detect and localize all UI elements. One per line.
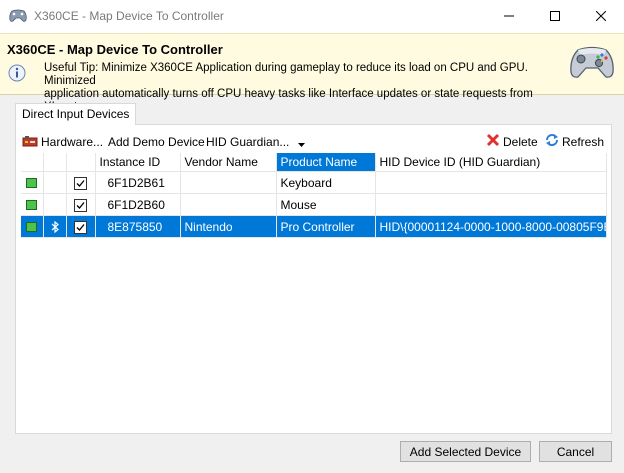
enabled-checkbox[interactable] xyxy=(74,220,87,234)
gamepad-app-icon xyxy=(8,9,28,23)
connection-cell xyxy=(43,215,67,238)
bluetooth-icon xyxy=(51,221,59,234)
checkmark-icon xyxy=(76,223,85,231)
window-title: X360CE - Map Device To Controller xyxy=(34,9,224,23)
product-cell: Mouse xyxy=(276,193,376,216)
tab-direct-input-devices[interactable]: Direct Input Devices xyxy=(15,103,137,125)
column-header-status[interactable] xyxy=(21,153,44,172)
enabled-cell xyxy=(66,193,96,216)
enabled-cell xyxy=(66,171,96,194)
table-header-row: Instance ID Vendor Name Product Name HID… xyxy=(21,153,607,172)
enabled-checkbox[interactable] xyxy=(74,176,87,190)
enabled-checkbox[interactable] xyxy=(74,198,87,212)
instance-id-cell: 8E875850 xyxy=(95,215,181,238)
add-demo-device-button[interactable]: Add Demo Device xyxy=(108,132,205,152)
status-cell xyxy=(21,215,44,238)
add-selected-device-button[interactable]: Add Selected Device xyxy=(400,441,531,462)
connection-cell xyxy=(43,193,67,216)
info-icon xyxy=(8,64,26,85)
gamepad-icon xyxy=(568,46,616,83)
column-header-vendor-name[interactable]: Vendor Name xyxy=(180,153,277,172)
cancel-button[interactable]: Cancel xyxy=(539,441,612,462)
delete-icon xyxy=(486,133,500,153)
tip-line-1: Useful Tip: Minimize X360CE Application … xyxy=(44,62,528,87)
hardware-icon xyxy=(22,133,38,153)
minimize-button[interactable] xyxy=(486,0,532,33)
info-header: X360CE - Map Device To Controller Useful… xyxy=(0,33,624,113)
refresh-label: Refresh xyxy=(562,135,605,149)
vendor-cell xyxy=(180,171,277,194)
add-demo-label: Add Demo Device xyxy=(108,135,205,149)
hid-guardian-dropdown[interactable]: HID Guardian... xyxy=(206,132,308,152)
instance-id-cell: 6F1D2B61 xyxy=(95,171,181,194)
delete-label: Delete xyxy=(503,135,538,149)
product-cell: Keyboard xyxy=(276,171,376,194)
column-header-instance-id[interactable]: Instance ID xyxy=(95,153,181,172)
column-header-connection[interactable] xyxy=(43,153,67,172)
status-connected-icon xyxy=(26,222,38,233)
checkmark-icon xyxy=(76,179,85,187)
table-row[interactable]: 6F1D2B60 Mouse xyxy=(21,193,607,216)
status-connected-icon xyxy=(26,178,38,189)
header-title: X360CE - Map Device To Controller xyxy=(7,42,223,57)
maximize-icon xyxy=(550,11,560,21)
delete-button[interactable]: Delete xyxy=(486,132,538,152)
hardware-label: Hardware... xyxy=(41,135,104,149)
hid-id-cell: HID\{00001124-0000-1000-8000-00805F9B3..… xyxy=(375,215,607,238)
refresh-icon xyxy=(545,133,559,153)
status-connected-icon xyxy=(26,200,38,211)
connection-cell xyxy=(43,171,67,194)
close-button[interactable] xyxy=(578,0,624,33)
devices-panel: Hardware... Add Demo Device HID Guardian… xyxy=(15,124,612,434)
toolbar: Hardware... Add Demo Device HID Guardian… xyxy=(21,131,606,153)
instance-id-cell: 6F1D2B60 xyxy=(95,193,181,216)
dropdown-arrow-icon xyxy=(297,133,305,153)
table-row[interactable]: 6F1D2B61 Keyboard xyxy=(21,171,607,194)
column-header-enabled[interactable] xyxy=(66,153,96,172)
table-row-selected[interactable]: 8E875850 Nintendo Pro Controller HID\{00… xyxy=(21,215,607,238)
devices-table: Instance ID Vendor Name Product Name HID… xyxy=(21,153,607,238)
product-cell: Pro Controller xyxy=(276,215,376,238)
vendor-cell xyxy=(180,193,277,216)
hid-id-cell xyxy=(375,193,607,216)
enabled-cell xyxy=(66,215,96,238)
hid-id-cell xyxy=(375,171,607,194)
hardware-button[interactable]: Hardware... xyxy=(22,132,103,152)
close-icon xyxy=(595,10,607,22)
title-bar: X360CE - Map Device To Controller xyxy=(0,0,624,33)
minimize-icon xyxy=(504,15,514,17)
status-cell xyxy=(21,171,44,194)
column-header-product-name[interactable]: Product Name xyxy=(276,153,376,172)
checkmark-icon xyxy=(76,201,85,209)
vendor-cell: Nintendo xyxy=(180,215,277,238)
hid-guardian-label: HID Guardian... xyxy=(206,135,290,149)
column-header-hid-device-id[interactable]: HID Device ID (HID Guardian) xyxy=(375,153,607,172)
maximize-button[interactable] xyxy=(532,0,578,33)
status-cell xyxy=(21,193,44,216)
refresh-button[interactable]: Refresh xyxy=(545,132,604,152)
